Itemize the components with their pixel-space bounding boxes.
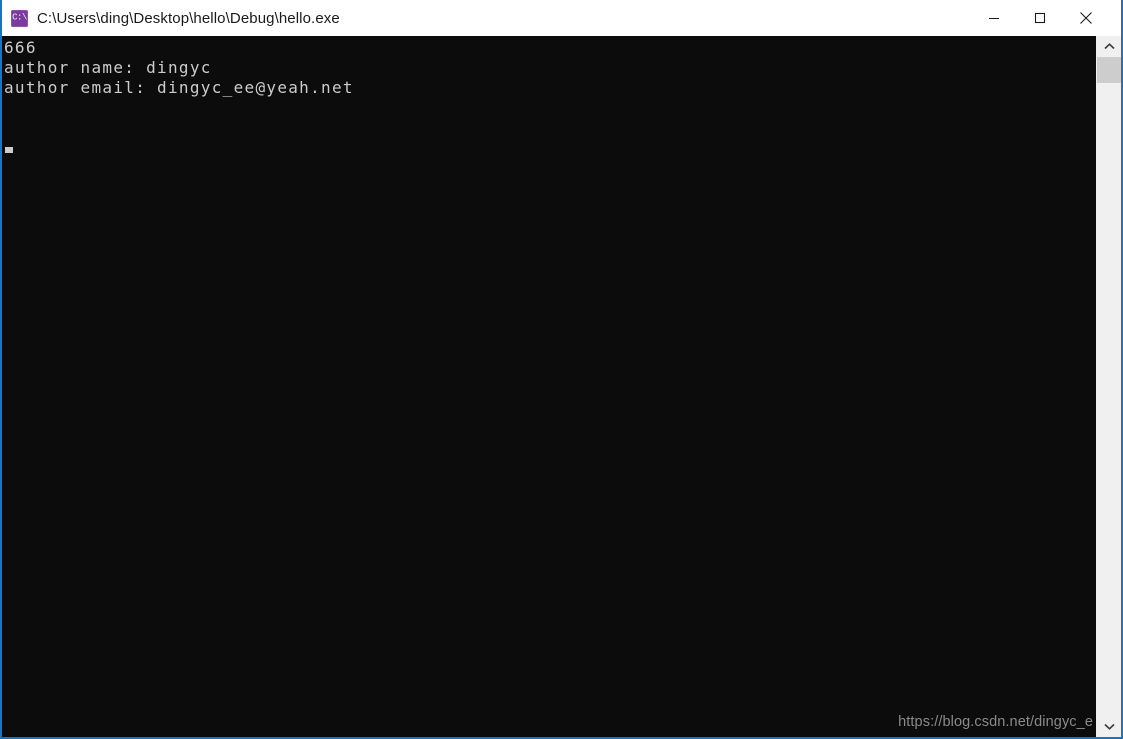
maximize-button[interactable] <box>1017 0 1063 36</box>
console-window: C:\ C:\Users\ding\Desktop\hello\Debug\he… <box>0 0 1123 739</box>
console-cursor <box>5 147 13 153</box>
console-app-icon: C:\ <box>11 9 28 27</box>
console-app-icon-glyph: C:\ <box>12 12 27 23</box>
console-output-area[interactable]: 666 author name: dingyc author email: di… <box>2 36 1096 737</box>
blog-url-watermark: https://blog.csdn.net/dingyc_e <box>898 714 1093 730</box>
window-titlebar[interactable]: C:\ C:\Users\ding\Desktop\hello\Debug\he… <box>2 0 1121 37</box>
scroll-up-button[interactable] <box>1097 36 1121 57</box>
window-title: C:\Users\ding\Desktop\hello\Debug\hello.… <box>37 9 340 27</box>
minimize-icon <box>989 18 999 19</box>
maximize-icon <box>1034 12 1046 24</box>
console-output-text: 666 author name: dingyc author email: di… <box>4 38 354 97</box>
window-controls <box>971 0 1121 36</box>
chevron-up-icon <box>1103 43 1115 50</box>
minimize-button[interactable] <box>971 0 1017 36</box>
close-icon <box>1080 12 1092 24</box>
close-button[interactable] <box>1063 0 1109 36</box>
scroll-down-button[interactable] <box>1097 716 1121 737</box>
vertical-scrollbar[interactable] <box>1096 36 1121 737</box>
chevron-down-icon <box>1103 723 1115 730</box>
scrollbar-thumb[interactable] <box>1097 57 1121 83</box>
